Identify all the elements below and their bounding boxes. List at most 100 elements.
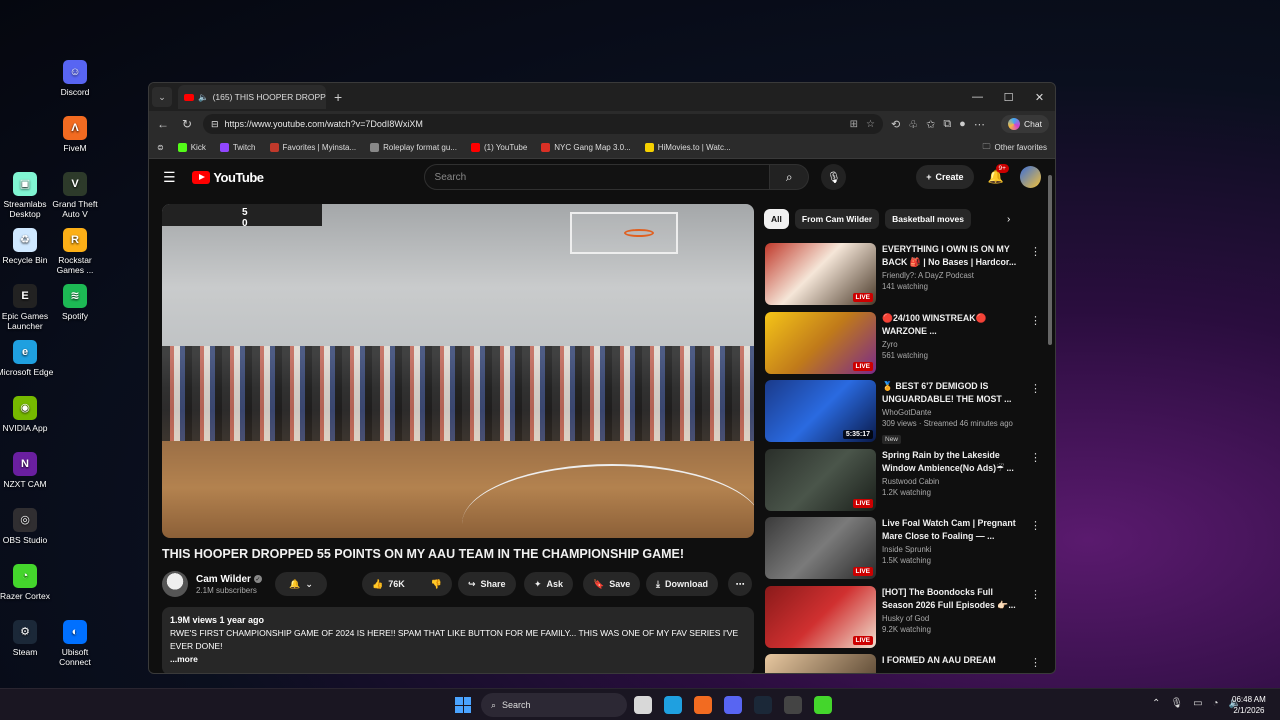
- subscribed-bell-button[interactable]: 🔔 ⌄: [275, 572, 327, 596]
- recommended-video[interactable]: LIVE Live Foal Watch Cam | Pregnant Mare…: [765, 517, 1047, 581]
- recommended-video[interactable]: LIVE 🔴24/100 WINSTREAK🔴 WARZONE ... Zyro…: [765, 311, 1047, 376]
- maximize-button[interactable]: ☐: [993, 91, 1024, 104]
- browser-essentials-icon[interactable]: ♧: [908, 118, 918, 131]
- kebab-menu-icon[interactable]: ⋮: [1030, 245, 1041, 258]
- desktop-icon[interactable]: ≋ Spotify: [45, 284, 105, 321]
- scroll-thumb[interactable]: [1048, 175, 1052, 345]
- site-info-icon[interactable]: ⊟: [211, 119, 219, 130]
- video-player[interactable]: 5 0: [162, 204, 754, 538]
- app-available-icon[interactable]: ⊞: [850, 119, 858, 130]
- copilot-chat-button[interactable]: Chat: [1001, 115, 1049, 133]
- account-avatar[interactable]: [1019, 166, 1041, 188]
- dislike-button[interactable]: 👎: [431, 579, 442, 590]
- favorite-link[interactable]: Roleplay format gu...: [370, 143, 457, 152]
- favorite-link[interactable]: (1) YouTube: [470, 143, 527, 152]
- kebab-menu-icon[interactable]: ⋮: [1030, 451, 1041, 464]
- desktop-icon[interactable]: ◉ NVIDIA App: [0, 396, 55, 433]
- recommended-channel[interactable]: Friendly?: A DayZ Podcast: [882, 271, 1022, 280]
- kebab-menu-icon[interactable]: ⋮: [1030, 656, 1041, 669]
- desktop-icon[interactable]: N NZXT CAM: [0, 452, 55, 489]
- desktop-icon[interactable]: ◔ Razer Cortex: [0, 564, 55, 601]
- recommended-title[interactable]: Spring Rain by the Lakeside Window Ambie…: [882, 449, 1022, 475]
- recommended-video[interactable]: LIVE [HOT] The Boondocks Full Season 202…: [765, 585, 1047, 650]
- favorite-link[interactable]: NYC Gang Map 3.0...: [541, 143, 631, 152]
- new-tab-button[interactable]: +: [334, 89, 342, 105]
- taskbar-app-icon[interactable]: [694, 696, 712, 714]
- recommended-title[interactable]: I FORMED AN AAU DREAM: [882, 654, 1022, 667]
- extensions-icon[interactable]: ⟲: [891, 118, 900, 131]
- speaker-icon[interactable]: 🔈: [198, 92, 209, 103]
- search-input[interactable]: Search: [423, 164, 771, 190]
- favorite-link[interactable]: Twitch: [219, 143, 256, 152]
- refresh-button[interactable]: ↻: [179, 117, 195, 131]
- start-button[interactable]: [455, 697, 471, 713]
- taskbar-app-icon[interactable]: [664, 696, 682, 714]
- save-button[interactable]: 🔖 Save: [583, 572, 641, 596]
- recommended-title[interactable]: 🔴24/100 WINSTREAK🔴 WARZONE ...: [882, 312, 1022, 338]
- favorite-link[interactable]: Kick: [177, 143, 206, 152]
- filter-chip[interactable]: From Cam Wilder: [794, 209, 880, 229]
- minimize-button[interactable]: —: [962, 91, 993, 104]
- create-button[interactable]: + Create: [916, 165, 974, 189]
- monitor-icon[interactable]: ▭: [1193, 698, 1202, 709]
- desktop-icon[interactable]: R Rockstar Games ...: [45, 228, 105, 275]
- video-thumbnail[interactable]: LIVE: [765, 243, 876, 305]
- kebab-menu-icon[interactable]: ⋮: [1030, 519, 1041, 532]
- kebab-menu-icon[interactable]: ⋮: [1030, 314, 1041, 327]
- youtube-logo[interactable]: YouTube: [192, 170, 264, 185]
- favorite-star-icon[interactable]: ☆: [866, 119, 875, 130]
- desktop-icon[interactable]: ◐ Ubisoft Connect: [45, 620, 105, 667]
- other-favorites[interactable]: 🗀 Other favorites: [983, 141, 1047, 155]
- notifications-button[interactable]: 🔔 9+: [988, 164, 1009, 185]
- desktop-icon[interactable]: Λ FiveM: [45, 116, 105, 153]
- filter-chip[interactable]: Basketball moves: [885, 209, 971, 229]
- more-menu-icon[interactable]: ⋯: [974, 118, 985, 131]
- taskbar-app-icon[interactable]: [724, 696, 742, 714]
- video-thumbnail[interactable]: LIVE: [765, 585, 876, 648]
- recommended-title[interactable]: 🏅 BEST 6'7 DEMIGOD IS UNGUARDABLE! THE M…: [882, 380, 1022, 406]
- recommended-channel[interactable]: Rustwood Cabin: [882, 477, 1022, 486]
- mic-icon[interactable]: 🎙: [1170, 698, 1183, 709]
- recommended-channel[interactable]: WhoGotDante: [882, 408, 1022, 417]
- search-button[interactable]: ⌕: [770, 164, 810, 190]
- desktop-icon[interactable]: ◎ OBS Studio: [0, 508, 55, 545]
- filter-chip[interactable]: All: [764, 209, 789, 229]
- recommended-video[interactable]: LIVE EVERYTHING I OWN IS ON MY BACK 🎒 | …: [765, 243, 1047, 307]
- desktop-icon[interactable]: V Grand Theft Auto V: [45, 172, 105, 219]
- clock[interactable]: 06:48 AM 2/1/2026: [1232, 694, 1266, 716]
- kebab-menu-icon[interactable]: ⋮: [1030, 588, 1041, 601]
- recommended-video[interactable]: LIVE Spring Rain by the Lakeside Window …: [765, 448, 1047, 513]
- recommended-title[interactable]: [HOT] The Boondocks Full Season 2026 Ful…: [882, 586, 1022, 612]
- tab-youtube[interactable]: 🔈 (165) THIS HOOPER DROPPED ✕: [178, 85, 326, 109]
- recommended-channel[interactable]: Zyro: [882, 340, 1022, 349]
- video-thumbnail[interactable]: LIVE: [765, 311, 876, 374]
- wifi-icon[interactable]: ◔: [1213, 698, 1219, 709]
- voice-search-button[interactable]: 🎙: [821, 164, 847, 190]
- taskbar-search[interactable]: ⌕ Search: [481, 693, 627, 717]
- video-thumbnail[interactable]: LIVE: [765, 448, 876, 511]
- more-actions-button[interactable]: ⋯: [728, 572, 752, 596]
- recommended-video[interactable]: 5:35:17 🏅 BEST 6'7 DEMIGOD IS UNGUARDABL…: [765, 380, 1047, 444]
- reading-mode-icon[interactable]: ⊜: [157, 143, 164, 152]
- video-thumbnail[interactable]: LIVE: [765, 517, 876, 579]
- ask-button[interactable]: ✦ Ask: [524, 572, 574, 596]
- taskbar-app-icon[interactable]: [814, 696, 832, 714]
- close-window-button[interactable]: ✕: [1024, 91, 1055, 104]
- recommended-channel[interactable]: Husky of God: [882, 614, 1022, 623]
- show-more-link[interactable]: ...more: [170, 653, 746, 666]
- recommended-title[interactable]: Live Foal Watch Cam | Pregnant Mare Clos…: [882, 517, 1022, 543]
- recommended-title[interactable]: EVERYTHING I OWN IS ON MY BACK 🎒 | No Ba…: [882, 243, 1022, 269]
- recommended-video[interactable]: I FORMED AN AAU DREAM ⋮: [765, 654, 1047, 673]
- taskbar-app-icon[interactable]: [634, 696, 652, 714]
- menu-icon[interactable]: ☰: [163, 169, 182, 186]
- chevron-right-icon[interactable]: ›: [1007, 214, 1010, 225]
- download-button[interactable]: ⤓ Download: [646, 572, 718, 596]
- kebab-menu-icon[interactable]: ⋮: [1030, 382, 1041, 395]
- taskbar-app-icon[interactable]: [784, 696, 802, 714]
- video-thumbnail[interactable]: [765, 654, 876, 673]
- chevron-up-icon[interactable]: ⌃: [1152, 698, 1160, 709]
- like-button[interactable]: 👍 76K: [372, 579, 405, 590]
- desktop-icon[interactable]: ☺ Discord: [45, 60, 105, 97]
- desktop-icon[interactable]: e Microsoft Edge: [0, 340, 55, 377]
- recommended-channel[interactable]: Inside Sprunki: [882, 545, 1022, 554]
